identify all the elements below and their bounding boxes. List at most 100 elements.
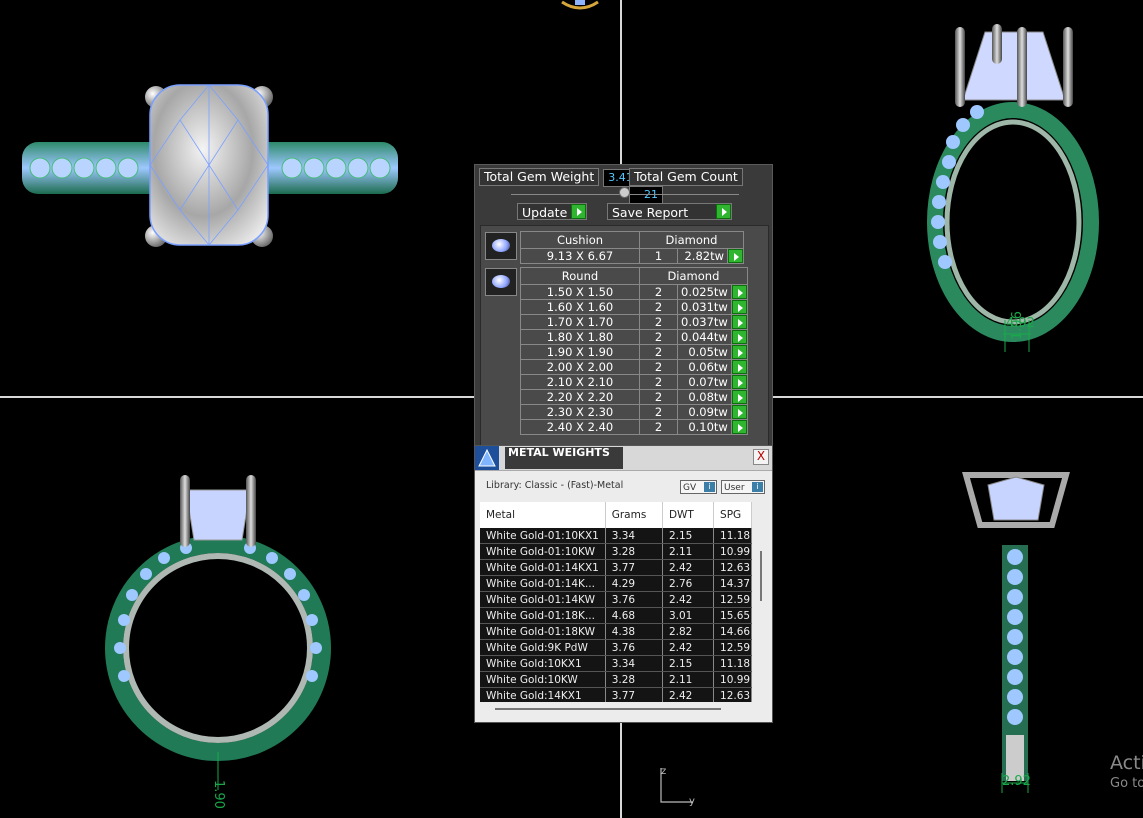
gem-count: 2 (639, 389, 678, 405)
gv-label: GV (683, 483, 697, 493)
table-row: 1.50 X 1.50 2 0.025tw (520, 284, 748, 300)
library-label: Library: Classic - (Fast)-Metal (486, 480, 624, 491)
row-go-icon[interactable] (728, 249, 743, 263)
gv-info-icon[interactable]: i (704, 482, 715, 492)
metal-weights-table: Metal Grams DWT SPG White Gold-01:10KX1 3… (480, 502, 752, 702)
user-info-icon[interactable]: i (752, 482, 763, 492)
panel-slider-knob[interactable] (619, 187, 630, 198)
gem-weight: 0.08tw (677, 389, 732, 405)
gem-size: 2.40 X 2.40 (520, 419, 640, 435)
table-row[interactable]: White Gold-01:18K... 4.68 3.01 15.65 (480, 607, 752, 624)
metal-grams: 4.68 (605, 607, 663, 624)
gem-weight: 0.05tw (677, 344, 732, 360)
gem-weight: 2.82tw (677, 248, 728, 264)
table-row: 1.80 X 1.80 2 0.044tw (520, 329, 748, 345)
round-gem-icon[interactable] (485, 268, 517, 296)
total-gem-weight-label: Total Gem Weight (479, 168, 600, 186)
cushion-gem-table: Cushion Diamond 9.13 X 6.67 1 2.82tw (520, 231, 744, 264)
gem-size: 1.90 X 1.90 (520, 344, 640, 360)
table-row[interactable]: White Gold-01:14K... 4.29 2.76 14.37 (480, 575, 752, 592)
column-header-spg[interactable]: SPG (713, 502, 752, 528)
table-row: 2.40 X 2.40 2 0.10tw (520, 419, 748, 435)
metal-spg: 10.99 (713, 671, 752, 688)
table-row[interactable]: White Gold-01:14KW 3.76 2.42 12.59 (480, 591, 752, 608)
table-vertical-scrollbar[interactable] (760, 551, 762, 601)
axis-z-label: z (661, 766, 666, 777)
row-go-icon[interactable] (731, 285, 747, 299)
metal-dwt: 2.82 (662, 623, 715, 640)
gem-weight: 0.07tw (677, 374, 732, 390)
row-go-icon[interactable] (731, 300, 747, 314)
ring-profile-view[interactable] (958, 465, 1074, 795)
row-go-icon[interactable] (731, 330, 747, 344)
metal-dwt: 2.42 (662, 559, 715, 576)
metal-spg: 12.63 (713, 687, 752, 702)
table-row[interactable]: White Gold-01:10KW 3.28 2.11 10.99 (480, 543, 752, 560)
metal-grams: 3.76 (605, 639, 663, 656)
update-go-icon[interactable] (571, 204, 586, 219)
metal-weights-title: METAL WEIGHTS (505, 447, 623, 469)
save-report-go-icon[interactable] (716, 204, 731, 219)
metal-spg: 12.59 (713, 591, 752, 608)
table-row[interactable]: White Gold:9K PdW 3.76 2.42 12.59 (480, 639, 752, 656)
metal-spg: 15.65 (713, 607, 752, 624)
table-horizontal-scrollbar[interactable] (495, 708, 721, 710)
metal-grams: 3.34 (605, 655, 663, 672)
table-row[interactable]: White Gold-01:18KW 4.38 2.82 14.66 (480, 623, 752, 640)
round-material-header: Diamond (639, 267, 748, 285)
metal-spg: 11.18 (713, 528, 752, 544)
row-go-icon[interactable] (731, 375, 747, 389)
gem-weight: 0.031tw (677, 299, 732, 315)
row-go-icon[interactable] (731, 360, 747, 374)
gv-toggle[interactable]: GV i (680, 480, 717, 494)
row-go-icon[interactable] (731, 405, 747, 419)
table-row[interactable]: White Gold:10KX1 3.34 2.15 11.18 (480, 655, 752, 672)
gem-count: 2 (639, 344, 678, 360)
table-row[interactable]: White Gold:14KX1 3.77 2.42 12.63 (480, 687, 752, 702)
metal-grams: 3.76 (605, 591, 663, 608)
row-go-icon[interactable] (731, 390, 747, 404)
table-row[interactable]: White Gold-01:10KX1 3.34 2.15 11.18 (480, 528, 752, 544)
metal-spg: 10.99 (713, 543, 752, 560)
gem-size: 1.70 X 1.70 (520, 314, 640, 330)
column-header-metal[interactable]: Metal (480, 502, 606, 528)
app-logo-icon (475, 446, 499, 470)
metal-dwt: 2.11 (662, 543, 715, 560)
gem-weight: 0.044tw (677, 329, 732, 345)
close-icon[interactable]: X (753, 449, 769, 465)
metal-name: White Gold:10KW (480, 671, 606, 688)
user-label: User (724, 483, 745, 493)
row-go-icon[interactable] (731, 315, 747, 329)
cushion-material-header: Diamond (639, 231, 744, 249)
row-go-icon[interactable] (731, 345, 747, 359)
axis-indicator: z y (660, 766, 695, 807)
ring-top-view[interactable] (0, 60, 420, 260)
gem-size: 1.60 X 1.60 (520, 299, 640, 315)
save-report-button[interactable]: Save Report (607, 203, 732, 220)
row-go-icon[interactable] (731, 420, 747, 434)
metal-name: White Gold:10KX1 (480, 655, 606, 672)
gem-count: 2 (639, 359, 678, 375)
table-row: 2.20 X 2.20 2 0.08tw (520, 389, 748, 405)
gem-count: 2 (639, 284, 678, 300)
table-row: 1.70 X 1.70 2 0.037tw (520, 314, 748, 330)
user-toggle[interactable]: User i (721, 480, 765, 494)
metal-grams: 3.34 (605, 528, 663, 544)
metal-dwt: 2.76 (662, 575, 715, 592)
metal-name: White Gold:14KX1 (480, 687, 606, 702)
column-header-dwt[interactable]: DWT (662, 502, 715, 528)
column-header-grams[interactable]: Grams (605, 502, 663, 528)
metal-dwt: 2.42 (662, 639, 715, 656)
metal-spg: 12.59 (713, 639, 752, 656)
ring-front-view[interactable] (100, 470, 340, 790)
axis-y-label: y (689, 796, 695, 807)
update-button[interactable]: Update (517, 203, 587, 220)
metal-spg: 11.18 (713, 655, 752, 672)
gem-weight: 0.10tw (677, 419, 732, 435)
cushion-gem-icon[interactable] (485, 232, 517, 260)
round-shape-header: Round (520, 267, 640, 285)
metal-name: White Gold-01:10KX1 (480, 528, 606, 544)
watermark-line2: Go to (1110, 776, 1143, 791)
table-row[interactable]: White Gold-01:14KX1 3.77 2.42 12.63 (480, 559, 752, 576)
table-row[interactable]: White Gold:10KW 3.28 2.11 10.99 (480, 671, 752, 688)
